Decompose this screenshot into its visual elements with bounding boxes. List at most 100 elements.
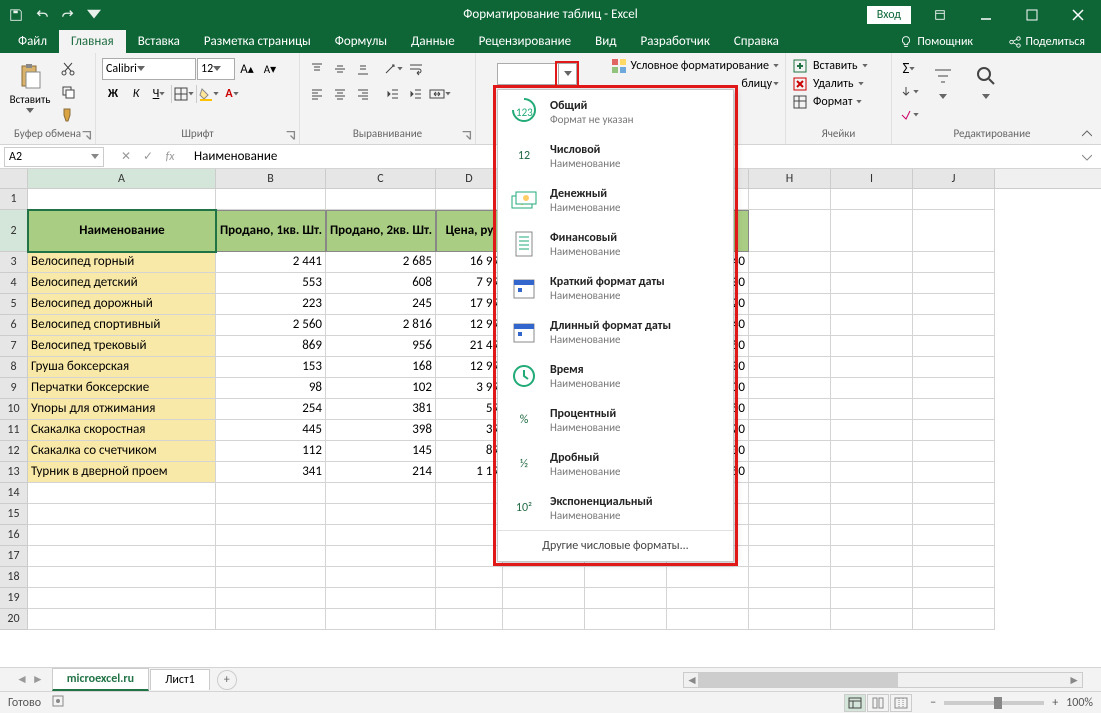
- row-header[interactable]: 13: [0, 462, 28, 483]
- cell[interactable]: [749, 525, 831, 546]
- autosum-button[interactable]: Σ: [898, 58, 920, 80]
- format-option-0[interactable]: 123ОбщийФормат не указан: [498, 90, 733, 134]
- cell[interactable]: 445: [216, 420, 326, 441]
- cell[interactable]: [503, 588, 585, 609]
- align-bottom-button[interactable]: [352, 58, 374, 80]
- cell[interactable]: [28, 609, 216, 630]
- cell[interactable]: 168: [326, 357, 436, 378]
- bold-button[interactable]: Ж: [102, 83, 124, 105]
- cell[interactable]: [913, 609, 995, 630]
- cell[interactable]: [436, 588, 503, 609]
- macro-record-icon[interactable]: [51, 694, 65, 712]
- cell[interactable]: [913, 420, 995, 441]
- format-option-7[interactable]: %ПроцентныйНаименование: [498, 398, 733, 442]
- row-header[interactable]: 9: [0, 378, 28, 399]
- maximize-icon[interactable]: [1009, 0, 1055, 29]
- cell[interactable]: 21 49: [436, 336, 503, 357]
- cell[interactable]: [749, 462, 831, 483]
- cell[interactable]: Велосипед горный: [28, 252, 216, 273]
- format-cells-button[interactable]: Формат: [792, 94, 862, 110]
- cell[interactable]: 153: [216, 357, 326, 378]
- shrink-font-button[interactable]: A▾: [259, 58, 281, 80]
- merge-button[interactable]: [428, 83, 452, 105]
- insert-cells-button[interactable]: Вставить: [792, 58, 868, 74]
- enter-formula-icon[interactable]: ✓: [138, 147, 158, 167]
- cell[interactable]: [913, 567, 995, 588]
- cell[interactable]: [326, 504, 436, 525]
- font-size-combo[interactable]: 12: [197, 58, 235, 80]
- col-header-A[interactable]: A: [28, 169, 216, 188]
- row-header[interactable]: 1: [0, 189, 28, 210]
- cell[interactable]: [831, 399, 913, 420]
- sheet-nav-next-icon[interactable]: ►: [32, 672, 44, 687]
- cell[interactable]: [749, 588, 831, 609]
- format-option-9[interactable]: 10²ЭкспоненциальныйНаименование: [498, 486, 733, 530]
- cell[interactable]: [831, 252, 913, 273]
- row-header[interactable]: 17: [0, 546, 28, 567]
- cell[interactable]: [831, 588, 913, 609]
- cell[interactable]: [831, 210, 913, 252]
- name-box[interactable]: A2: [4, 147, 104, 167]
- cell[interactable]: [28, 483, 216, 504]
- cell[interactable]: [831, 378, 913, 399]
- cell[interactable]: Велосипед спортивный: [28, 315, 216, 336]
- col-header-C[interactable]: C: [326, 169, 436, 188]
- cell[interactable]: [913, 462, 995, 483]
- zoom-slider[interactable]: [944, 701, 1044, 705]
- row-header[interactable]: 4: [0, 273, 28, 294]
- cell[interactable]: [831, 609, 913, 630]
- cell[interactable]: [326, 588, 436, 609]
- cell[interactable]: [326, 609, 436, 630]
- cell[interactable]: Груша боксерская: [28, 357, 216, 378]
- font-launcher-icon[interactable]: [284, 129, 297, 142]
- cell[interactable]: [216, 483, 326, 504]
- cell[interactable]: 17 99: [436, 294, 503, 315]
- share-button[interactable]: Поделиться: [1000, 31, 1093, 53]
- expand-formula-bar-icon[interactable]: [1077, 147, 1097, 167]
- cell[interactable]: Продано, 1кв. Шт.: [216, 210, 326, 252]
- page-break-view-button[interactable]: [890, 694, 912, 712]
- cell[interactable]: [913, 273, 995, 294]
- col-header-J[interactable]: J: [913, 169, 995, 188]
- cell[interactable]: 214: [326, 462, 436, 483]
- cell[interactable]: [749, 483, 831, 504]
- cell[interactable]: Перчатки боксерские: [28, 378, 216, 399]
- cell[interactable]: [831, 336, 913, 357]
- row-header[interactable]: 15: [0, 504, 28, 525]
- cell[interactable]: [831, 546, 913, 567]
- clear-button[interactable]: [898, 104, 920, 126]
- cell[interactable]: Велосипед дорожный: [28, 294, 216, 315]
- cell[interactable]: 223: [216, 294, 326, 315]
- number-format-combo[interactable]: [497, 63, 577, 85]
- cell[interactable]: [585, 609, 667, 630]
- cell[interactable]: [216, 609, 326, 630]
- cell[interactable]: [913, 546, 995, 567]
- sort-filter-button[interactable]: [923, 58, 963, 102]
- cell[interactable]: [585, 588, 667, 609]
- cell[interactable]: [913, 189, 995, 210]
- fill-color-button[interactable]: [198, 83, 220, 105]
- cell[interactable]: 98: [216, 378, 326, 399]
- cell[interactable]: [28, 567, 216, 588]
- align-center-button[interactable]: [329, 83, 351, 105]
- cell[interactable]: [216, 504, 326, 525]
- tab-view[interactable]: Вид: [583, 30, 628, 53]
- cell[interactable]: [436, 609, 503, 630]
- cell[interactable]: [831, 483, 913, 504]
- row-header[interactable]: 2: [0, 210, 28, 252]
- collapse-ribbon-icon[interactable]: [1079, 126, 1095, 142]
- cell[interactable]: [216, 189, 326, 210]
- row-header[interactable]: 18: [0, 567, 28, 588]
- tab-layout[interactable]: Разметка страницы: [192, 30, 323, 53]
- orientation-button[interactable]: [382, 58, 404, 80]
- cell[interactable]: [749, 546, 831, 567]
- normal-view-button[interactable]: [844, 694, 866, 712]
- page-layout-view-button[interactable]: [867, 694, 889, 712]
- cell[interactable]: 89: [436, 441, 503, 462]
- cell[interactable]: [326, 483, 436, 504]
- cell[interactable]: 869: [216, 336, 326, 357]
- horizontal-scrollbar[interactable]: ◄►: [683, 672, 1083, 688]
- cell[interactable]: 12 99: [436, 357, 503, 378]
- format-painter-button[interactable]: [57, 104, 79, 126]
- cell[interactable]: Турник в дверной проем: [28, 462, 216, 483]
